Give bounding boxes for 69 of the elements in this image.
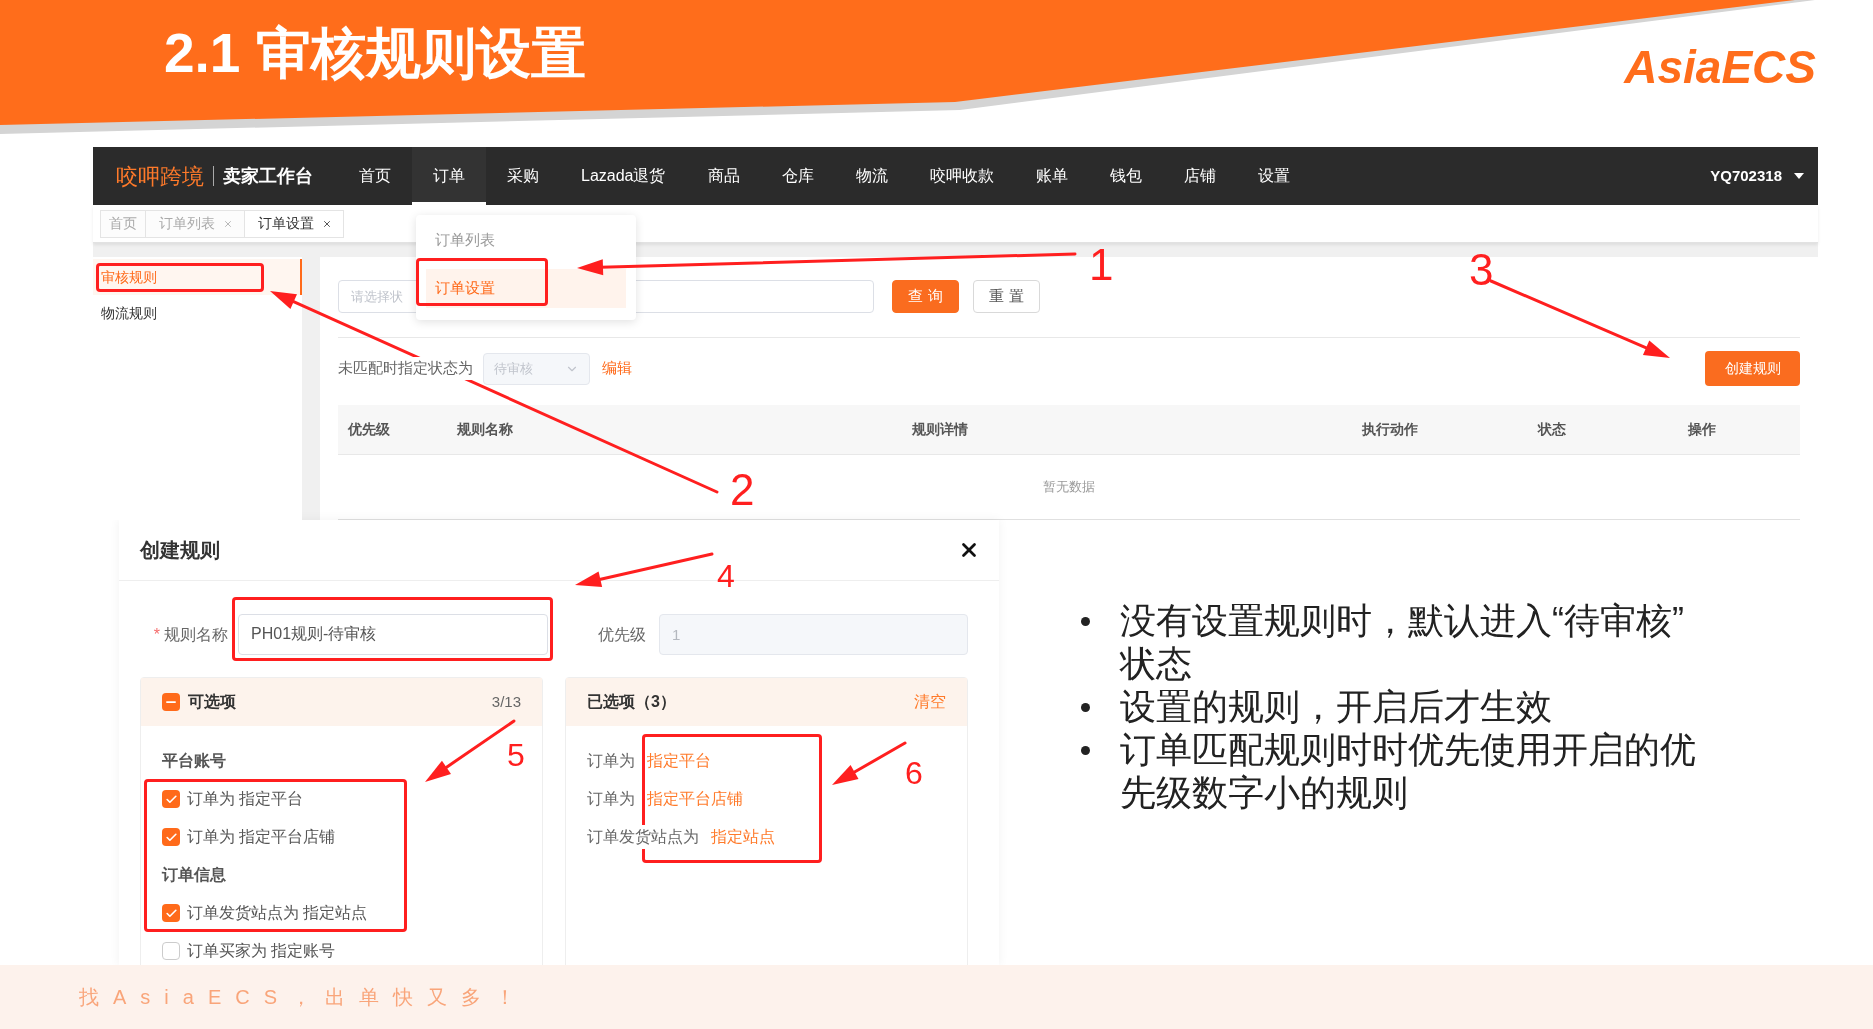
step-number: 1: [1089, 243, 1114, 287]
default-status-label: 未匹配时指定状态为: [338, 357, 473, 380]
note-text: 订单匹配规则时时优先使用开启的优先级数字小的规则: [1120, 728, 1697, 814]
bullet-icon: [1081, 746, 1090, 755]
column-header: 优先级: [348, 421, 390, 437]
brand-name: 咬呷跨境: [116, 162, 204, 191]
checkbox[interactable]: [162, 828, 180, 846]
empty-state-text: 暂无数据: [1043, 478, 1095, 497]
condition-value: 指定平台: [647, 751, 711, 771]
option-label: 订单为 指定平台店铺: [187, 827, 336, 847]
column-header: 状态: [1538, 421, 1566, 437]
bullet-icon: [1081, 703, 1090, 712]
check-icon: [164, 830, 178, 844]
column-header: 规则详情: [912, 421, 968, 437]
nav-item[interactable]: 物流: [834, 147, 909, 205]
nav-item[interactable]: 采购: [486, 147, 560, 205]
group-title: 平台账号: [162, 751, 226, 771]
panel-title: 已选项（3）: [587, 692, 676, 712]
checkbox[interactable]: [162, 904, 180, 922]
workspace-title: 卖家工作台: [223, 164, 313, 188]
nav-item[interactable]: 钱包: [1088, 147, 1163, 205]
nav-item[interactable]: 咬呷收款: [908, 147, 1015, 205]
required-mark: *: [153, 624, 160, 645]
close-icon[interactable]: [322, 218, 332, 229]
sidebar-item[interactable]: 物流规则: [93, 295, 302, 331]
checkbox[interactable]: [162, 790, 180, 808]
step-number: 3: [1469, 248, 1494, 292]
nav-item[interactable]: 仓库: [760, 147, 835, 205]
reset-button[interactable]: 重 置: [973, 280, 1040, 313]
page-tab[interactable]: 订单设置: [244, 209, 344, 238]
check-icon: [164, 792, 178, 806]
note-text: 没有设置规则时，默认进入“待审核”状态: [1120, 599, 1685, 685]
condition-text: 订单发货站点为: [587, 825, 699, 849]
column-header: 规则名称: [457, 421, 513, 437]
select-all-checkbox[interactable]: [162, 693, 180, 711]
nav-item[interactable]: 店铺: [1162, 147, 1237, 205]
step-number: 5: [507, 739, 525, 771]
column-header: 执行动作: [1362, 421, 1418, 437]
dialog-title: 创建规则: [140, 538, 220, 563]
nav-item[interactable]: 首页: [338, 147, 412, 205]
nav-item[interactable]: 设置: [1236, 147, 1311, 205]
option-label: 订单买家为 指定账号: [187, 941, 336, 961]
rule-name-field[interactable]: PH01规则-待审核: [238, 614, 548, 655]
condition-value: 指定站点: [711, 827, 775, 847]
logo: AsiaECS: [1624, 44, 1816, 90]
nav-item[interactable]: Lazada退货: [560, 147, 687, 205]
account-menu[interactable]: YQ702318: [1710, 164, 1804, 188]
field-label: 规则名称: [164, 624, 228, 645]
option-label: 订单为 指定平台: [187, 789, 304, 809]
note-text: 设置的规则，开启后才生效: [1120, 685, 1553, 728]
caret-down-icon: [1794, 173, 1804, 179]
panel-title: 可选项: [188, 692, 236, 712]
bullet-icon: [1081, 617, 1090, 626]
column-header: 操作: [1688, 421, 1716, 437]
nav-item[interactable]: 订单: [412, 147, 486, 205]
field-label: 优先级: [598, 624, 646, 645]
option-label: 订单发货站点为 指定站点: [187, 903, 368, 923]
step-number: 2: [730, 468, 755, 512]
nav-item[interactable]: 商品: [686, 147, 761, 205]
nav-item[interactable]: 账单: [1014, 147, 1089, 205]
selection-count: 3/13: [491, 691, 521, 712]
checkbox[interactable]: [162, 942, 180, 960]
condition-value: 指定平台店铺: [647, 789, 743, 809]
slide-title: 2.1 审核规则设置: [164, 21, 586, 85]
footer-slogan: 找AsiaECS，出单快又多！: [79, 985, 530, 1010]
step-number: 6: [905, 757, 923, 789]
check-icon: [164, 906, 178, 920]
step-number: 4: [717, 560, 735, 592]
group-title: 订单信息: [162, 865, 226, 885]
